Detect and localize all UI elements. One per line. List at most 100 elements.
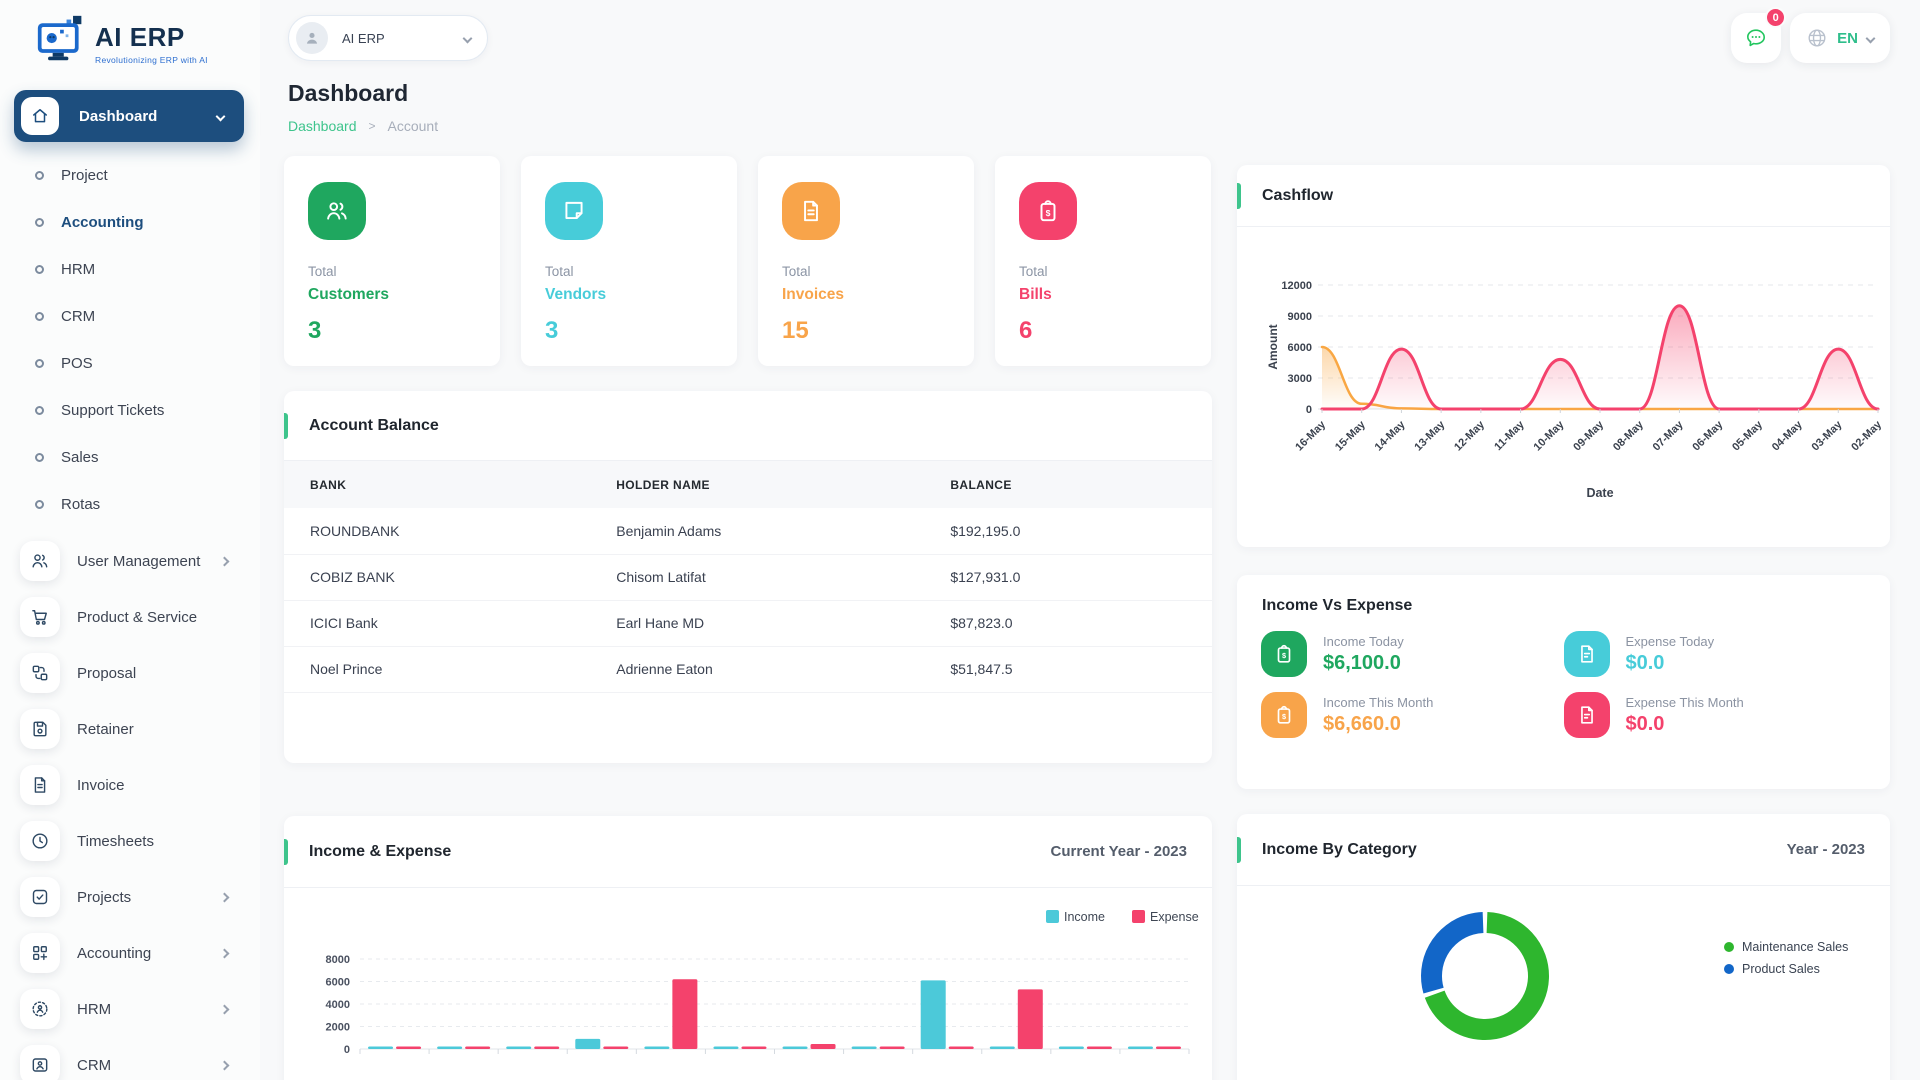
breadcrumb-dashboard-link[interactable]: Dashboard [288,118,357,134]
globe-icon [1808,29,1826,47]
sidebar-simple-list: Project Accounting HRM CRM POS Support Ticket… [0,152,260,528]
accent-bar [1237,182,1241,209]
svg-text:11-May: 11-May [1492,418,1527,453]
bullet-icon [35,171,44,180]
svg-text:14-May: 14-May [1373,418,1408,453]
stat-label: Customers [308,286,389,303]
metric-expense-today: Expense Today $0.0 [1563,631,1867,677]
income-by-category-title: Income By Category [1262,840,1417,858]
metric-label: Income Today [1323,633,1404,649]
sidebar-item-accounting[interactable]: Accounting [0,199,260,246]
stat-value: 3 [545,317,559,344]
sidebar-item-retainer[interactable]: Retainer [0,701,260,757]
svg-text:16-May: 16-May [1293,418,1328,453]
sidebar-item-proposal[interactable]: Proposal [0,645,260,701]
stat-card-invoices: Total Invoices 15 [758,156,974,366]
retainer-icon [33,721,47,737]
svg-text:$: $ [1282,712,1286,721]
hrm-icon [32,1001,48,1017]
sidebar-item-product-service[interactable]: Product & Service [0,589,260,645]
table-row: Noel Prince Adrienne Eaton $51,847.5 [284,646,1212,693]
sidebar-item-rotas[interactable]: Rotas [0,481,260,528]
app-logo[interactable]: AI ERP Revolutionizing ERP with AI [0,0,260,84]
sidebar-item-hrm[interactable]: HRM [0,981,260,1037]
sidebar-item-hrm[interactable]: HRM [0,246,260,293]
chevron-right-icon [219,948,230,958]
sidebar-icon-list: User Management Product & Service Propos… [0,533,260,1080]
workspace-label: AI ERP [342,30,385,46]
donut-legend: Maintenance Sales Product Sales [1724,936,1848,980]
sidebar-item-crm[interactable]: CRM [0,293,260,340]
legend-dot [1724,942,1734,952]
note-icon [565,201,583,220]
sidebar-item-timesheets[interactable]: Timesheets [0,813,260,869]
svg-text:10-May: 10-May [1532,418,1567,453]
language-label: EN [1837,29,1858,47]
stat-value: 15 [782,317,809,344]
svg-text:$: $ [1282,651,1286,660]
bullet-icon [35,406,44,415]
income-vs-expense-card: Income Vs Expense $ Income Today $6,100.… [1237,575,1890,789]
svg-text:8000: 8000 [326,954,350,966]
bill-icon: $ [1277,705,1291,724]
bullet-icon [35,500,44,509]
sidebar-item-project[interactable]: Project [0,152,260,199]
sidebar-item-dashboard[interactable]: Dashboard [14,90,244,142]
svg-text:15-May: 15-May [1333,418,1368,453]
notifications-button[interactable]: 0 [1731,7,1787,63]
legend-item: Product Sales [1724,958,1848,980]
sidebar-item-support-tickets[interactable]: Support Tickets [0,387,260,434]
legend-dot [1724,964,1734,974]
table-row: ROUNDBANK Benjamin Adams $192,195.0 [284,508,1212,555]
clock-icon [32,833,48,849]
bullet-icon [35,453,44,462]
svg-text:12-May: 12-May [1452,418,1487,453]
invoice-icon [34,777,46,793]
svg-text:6000: 6000 [326,977,350,989]
metric-label: Income This Month [1323,694,1434,710]
accounting-icon [33,946,48,961]
sidebar-item-crm[interactable]: CRM [0,1037,260,1080]
metric-value: $0.0 [1625,651,1665,674]
income-expense-title: Income & Expense [309,842,452,860]
chevron-right-icon [219,1060,230,1070]
stat-prefix: Total [545,264,574,279]
file-icon [1580,706,1593,724]
stat-cards-row: Total Customers 3 Total Vendors 3 Total … [284,156,1212,366]
svg-text:6000: 6000 [1288,342,1312,354]
sidebar-item-user-management[interactable]: User Management [0,533,260,589]
income-vs-expense-title: Income Vs Expense [1262,597,1413,614]
bullet-icon [35,218,44,227]
sidebar-item-pos[interactable]: POS [0,340,260,387]
breadcrumb-separator: > [368,119,376,133]
metric-value: $0.0 [1625,712,1665,735]
table-header-row: BANK HOLDER NAME BALANCE [284,461,1212,508]
svg-text:Amount: Amount [1266,324,1280,369]
table-row: COBIZ BANK Chisom Latifat $127,931.0 [284,554,1212,601]
svg-text:3000: 3000 [1288,373,1312,385]
svg-text:06-May: 06-May [1690,418,1725,453]
metric-value: $6,100.0 [1323,651,1401,674]
accent-bar [284,412,288,439]
crm-icon [32,1058,48,1072]
metric-value: $6,660.0 [1323,712,1401,735]
svg-text:13-May: 13-May [1412,418,1447,453]
income-by-category-card: Income By Category Year - 2023 Maintenan… [1237,814,1890,1080]
sidebar-item-projects[interactable]: Projects [0,869,260,925]
svg-text:0: 0 [1306,404,1312,416]
metric-label: Expense Today [1625,633,1715,649]
svg-text:Date: Date [1586,486,1613,500]
income-expense-subtitle: Current Year - 2023 [1050,843,1187,860]
logo-title: AI ERP [95,22,185,52]
language-selector[interactable]: EN [1790,13,1890,63]
svg-text:$: $ [1046,208,1051,218]
proposal-icon [32,665,48,681]
accent-bar [284,838,288,865]
sidebar-item-invoice[interactable]: Invoice [0,757,260,813]
column-header: BANK [310,477,347,492]
sidebar-item-accounting[interactable]: Accounting [0,925,260,981]
svg-text:07-May: 07-May [1651,418,1686,453]
workspace-selector[interactable]: AI ERP [288,15,488,61]
sidebar-item-sales[interactable]: Sales [0,434,260,481]
bullet-icon [35,312,44,321]
